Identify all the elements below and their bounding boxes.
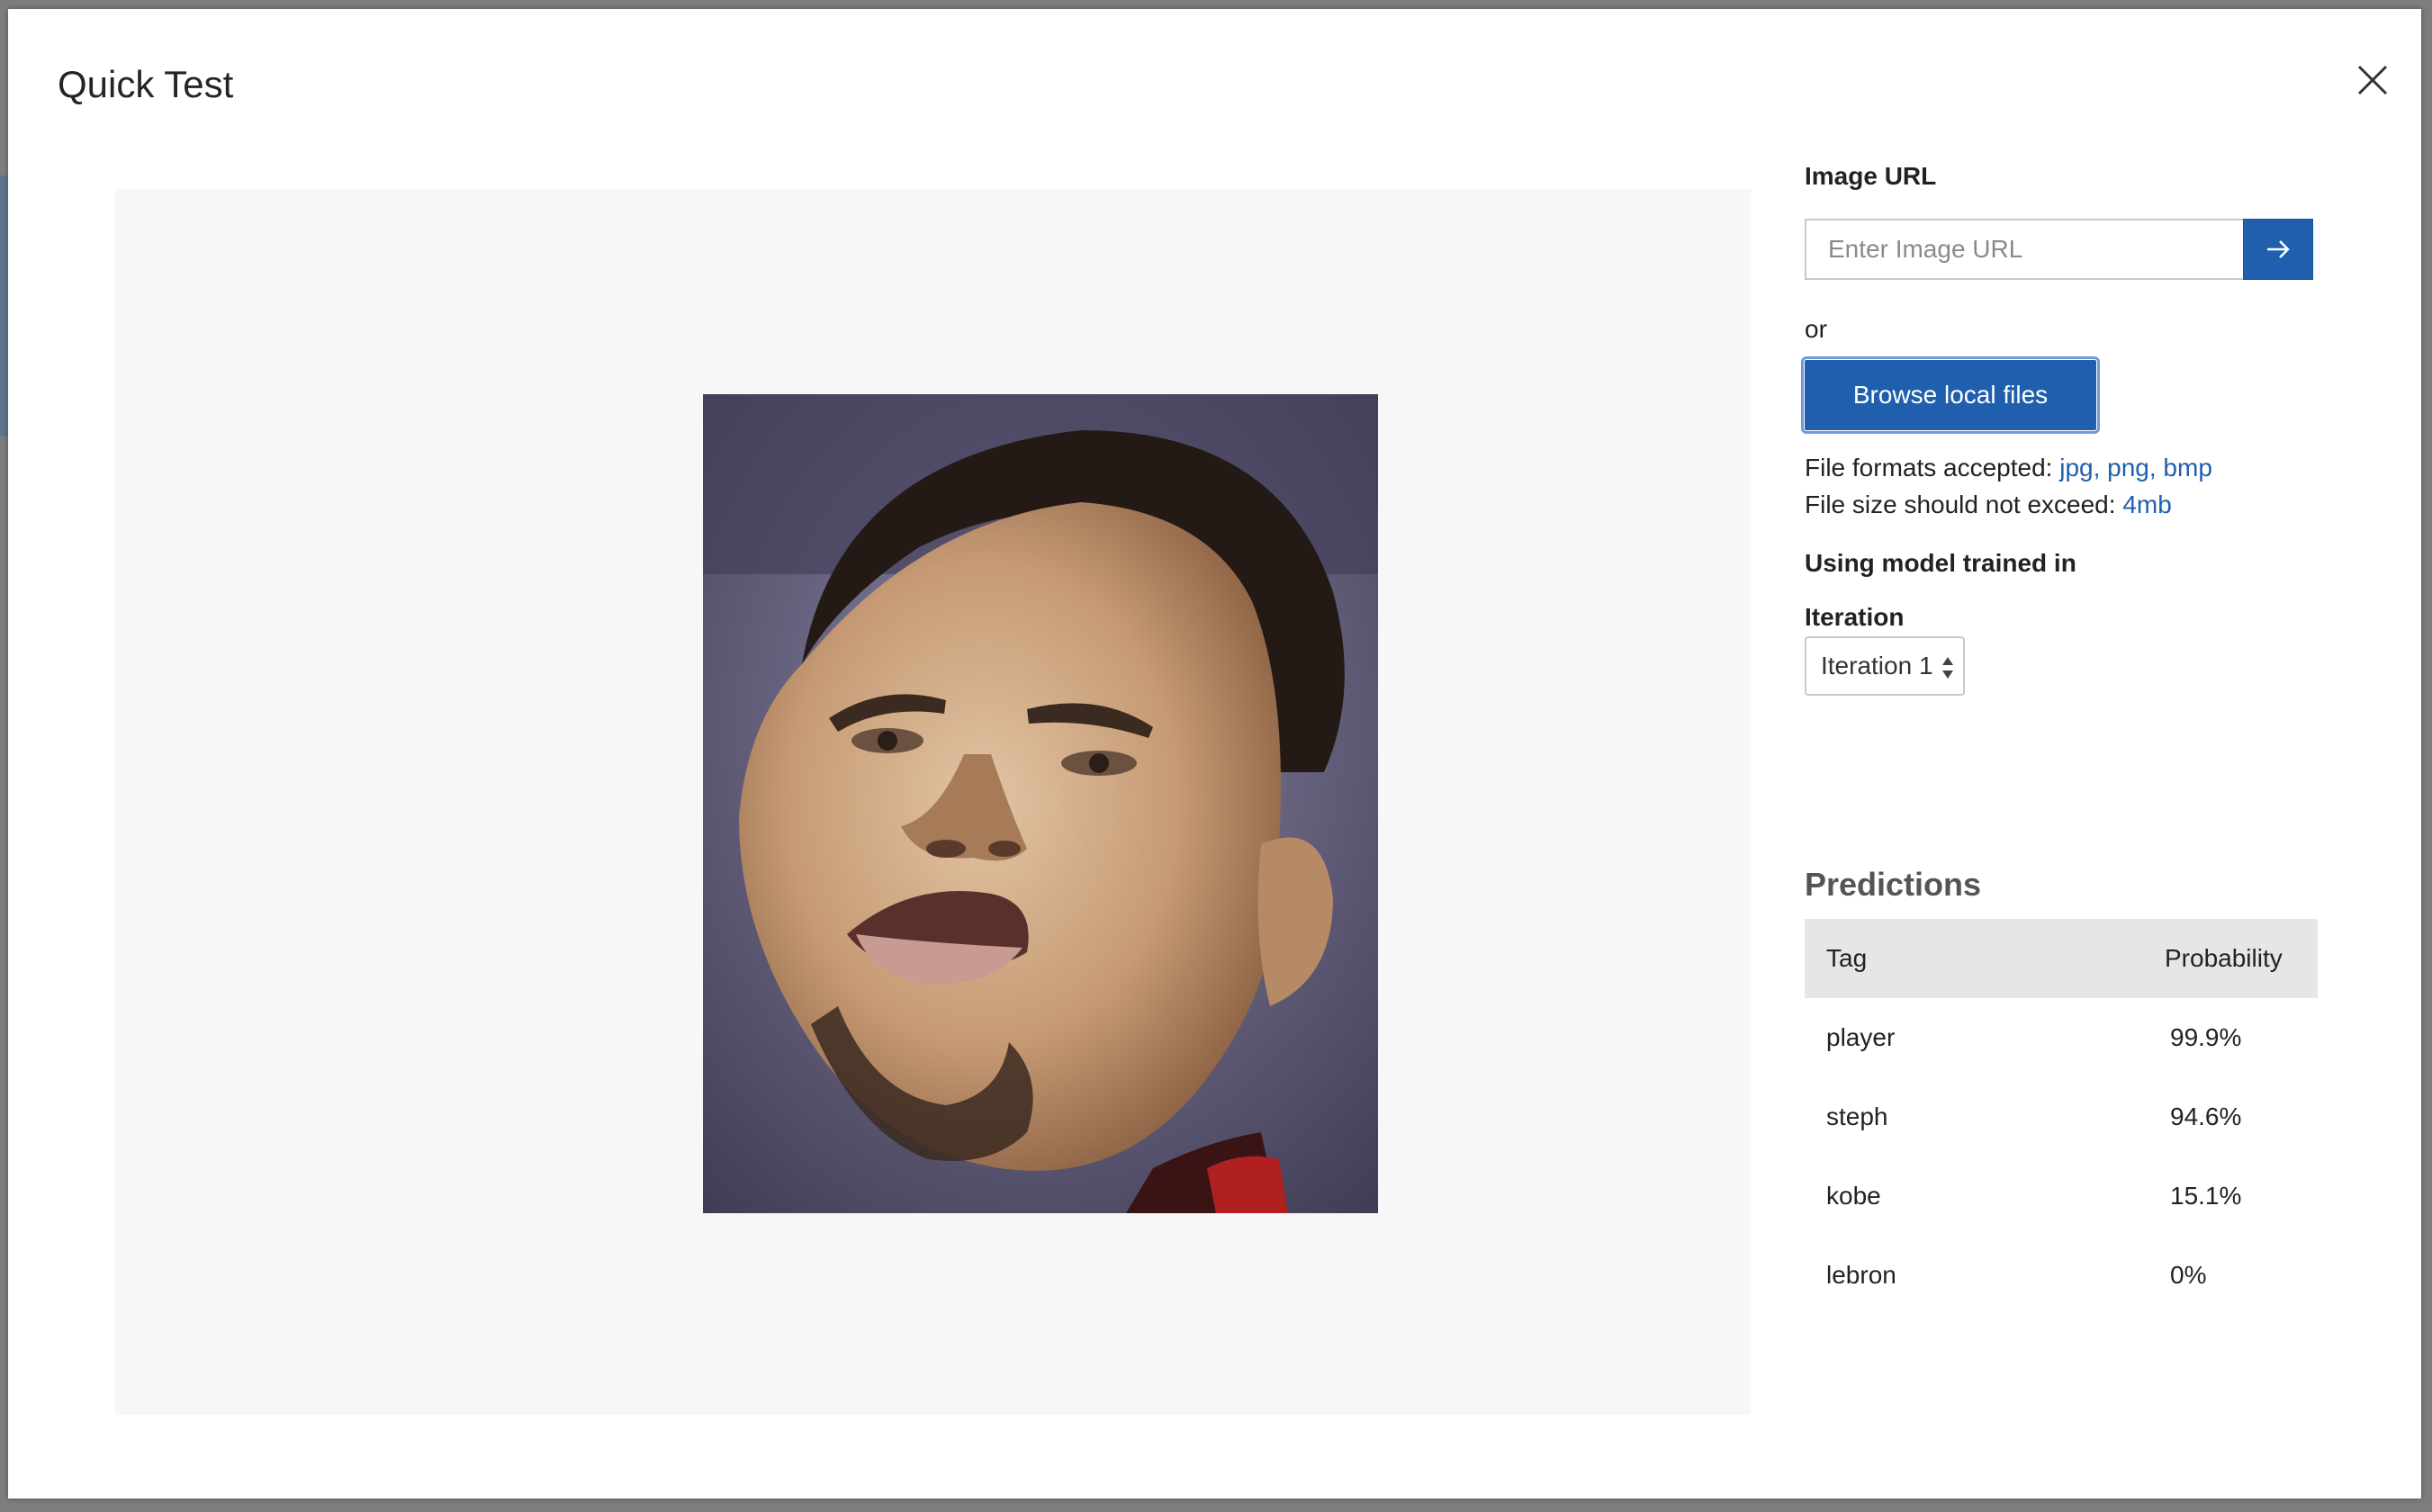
image-url-label: Image URL	[1805, 162, 1937, 190]
updown-chevron-icon	[1942, 657, 1953, 679]
or-separator: or	[1805, 315, 1827, 343]
table-row: player 99.9%	[1805, 998, 2318, 1077]
image-preview-area	[115, 189, 1751, 1415]
predictions-table: Tag Probability player 99.9% steph 94.6%…	[1805, 919, 2318, 1315]
iteration-label: Iteration	[1805, 603, 1905, 631]
submit-url-button[interactable]	[2243, 219, 2313, 280]
iteration-select[interactable]: Iteration 1	[1805, 636, 1965, 696]
file-formats-link[interactable]: jpg, png, bmp	[2059, 454, 2212, 482]
prediction-tag: steph	[1826, 1102, 1888, 1130]
dialog-title: Quick Test	[58, 63, 234, 105]
close-button[interactable]	[2348, 56, 2397, 104]
iteration-select-value: Iteration 1	[1821, 652, 1933, 680]
prediction-probability: 0%	[2170, 1261, 2207, 1289]
model-label: Using model trained in	[1805, 549, 2076, 577]
file-formats-label: File formats accepted:	[1805, 454, 2060, 482]
test-image	[703, 394, 1378, 1213]
table-row: lebron 0%	[1805, 1236, 2318, 1315]
table-row: steph 94.6%	[1805, 1077, 2318, 1156]
prediction-probability: 94.6%	[2170, 1102, 2242, 1130]
face-photo	[703, 394, 1378, 1213]
file-size-label: File size should not exceed:	[1805, 490, 2123, 518]
column-header-probability: Probability	[2165, 919, 2318, 998]
browse-local-files-button[interactable]: Browse local files	[1801, 356, 2100, 434]
quick-test-dialog: Quick Test Image URL Enter Image URL or …	[8, 9, 2421, 1498]
table-row: kobe 15.1%	[1805, 1156, 2318, 1236]
image-url-input[interactable]	[1805, 219, 2243, 280]
prediction-probability: 15.1%	[2170, 1182, 2242, 1210]
column-header-tag: Tag	[1805, 919, 2165, 998]
prediction-probability: 99.9%	[2170, 1023, 2242, 1051]
predictions-title: Predictions	[1805, 866, 1982, 903]
predictions-header-row: Tag Probability	[1805, 919, 2318, 998]
file-size-link[interactable]: 4mb	[2122, 490, 2171, 518]
file-formats-info: File formats accepted: jpg, png, bmp	[1805, 454, 2212, 482]
file-size-info: File size should not exceed: 4mb	[1805, 490, 2172, 519]
prediction-tag: lebron	[1826, 1261, 1896, 1289]
arrow-right-icon	[2267, 240, 2290, 258]
close-icon	[2357, 65, 2388, 95]
prediction-tag: kobe	[1826, 1182, 1881, 1210]
prediction-tag: player	[1826, 1023, 1896, 1051]
